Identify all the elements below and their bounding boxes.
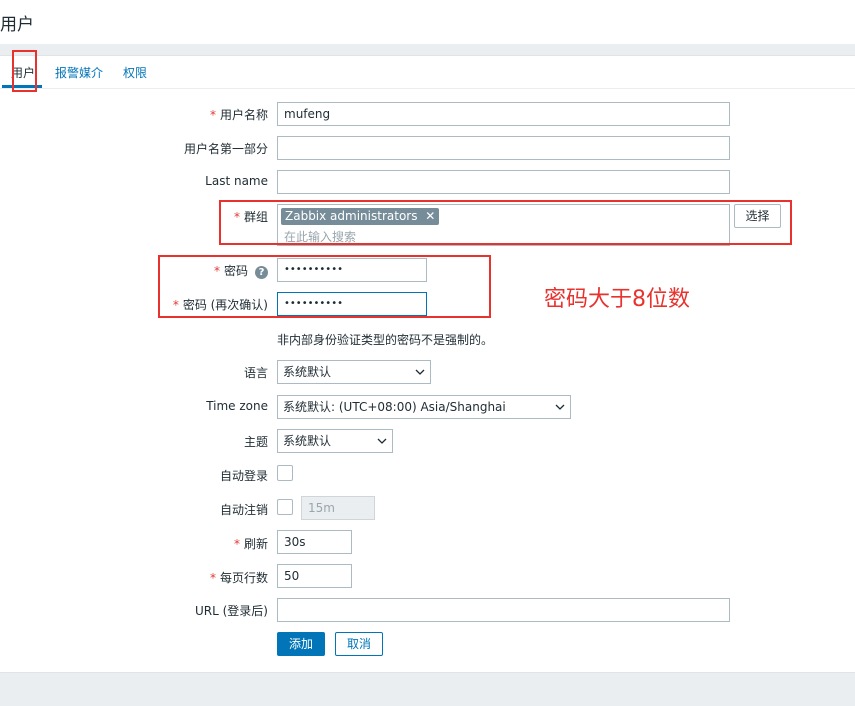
language-value: 系统默认 <box>283 365 332 379</box>
page-title: 用户 <box>0 15 34 35</box>
tab-bar: 用户 报警媒介 权限 <box>0 56 855 89</box>
theme-label: 主题 <box>243 435 268 449</box>
required-mark: * <box>209 571 216 585</box>
required-mark: * <box>209 108 216 122</box>
rows-per-page-field[interactable]: 50 <box>277 564 352 588</box>
refresh-field[interactable]: 30s <box>277 530 352 554</box>
rows-per-page-label: * 每页行数 <box>209 571 268 585</box>
timezone-value: 系统默认: (UTC+08:00) Asia/Shanghai <box>283 400 506 414</box>
autologin-checkbox[interactable] <box>277 465 293 481</box>
last-name-label: Last name <box>205 174 268 188</box>
tab-media[interactable]: 报警媒介 <box>55 64 103 81</box>
autologout-field: 15m <box>301 496 375 520</box>
username-field[interactable]: mufeng <box>277 102 730 126</box>
first-name-field[interactable] <box>277 136 730 160</box>
password-hint: 非内部身份验证类型的密码不是强制的。 <box>277 333 494 347</box>
username-label: * 用户名称 <box>209 108 268 122</box>
page-header: 用户 <box>0 0 855 44</box>
chevron-down-icon <box>377 438 387 444</box>
url-label: URL (登录后) <box>195 604 268 618</box>
add-button[interactable]: 添加 <box>277 632 325 656</box>
refresh-label: * 刷新 <box>233 537 268 551</box>
theme-value: 系统默认 <box>283 434 332 448</box>
url-field[interactable] <box>277 598 730 622</box>
autologout-checkbox[interactable] <box>277 499 293 515</box>
annotation-groups-highlight <box>219 200 792 245</box>
language-label: 语言 <box>243 366 268 380</box>
annotation-password-highlight <box>158 255 491 318</box>
last-name-field[interactable] <box>277 170 730 194</box>
chevron-down-icon <box>415 369 425 375</box>
required-mark: * <box>233 537 240 551</box>
first-name-label: 用户名第一部分 <box>183 142 268 156</box>
autologout-label: 自动注销 <box>219 503 268 517</box>
autologin-label: 自动登录 <box>219 469 268 483</box>
chevron-down-icon <box>555 404 565 410</box>
theme-select[interactable]: 系统默认 <box>277 429 393 453</box>
cancel-button[interactable]: 取消 <box>335 632 383 656</box>
timezone-label: Time zone <box>206 399 268 413</box>
language-select[interactable]: 系统默认 <box>277 360 431 384</box>
annotation-tab-highlight <box>12 50 37 92</box>
timezone-select[interactable]: 系统默认: (UTC+08:00) Asia/Shanghai <box>277 395 571 419</box>
tab-permissions[interactable]: 权限 <box>123 64 147 81</box>
annotation-note: 密码大于8位数 <box>544 287 690 312</box>
